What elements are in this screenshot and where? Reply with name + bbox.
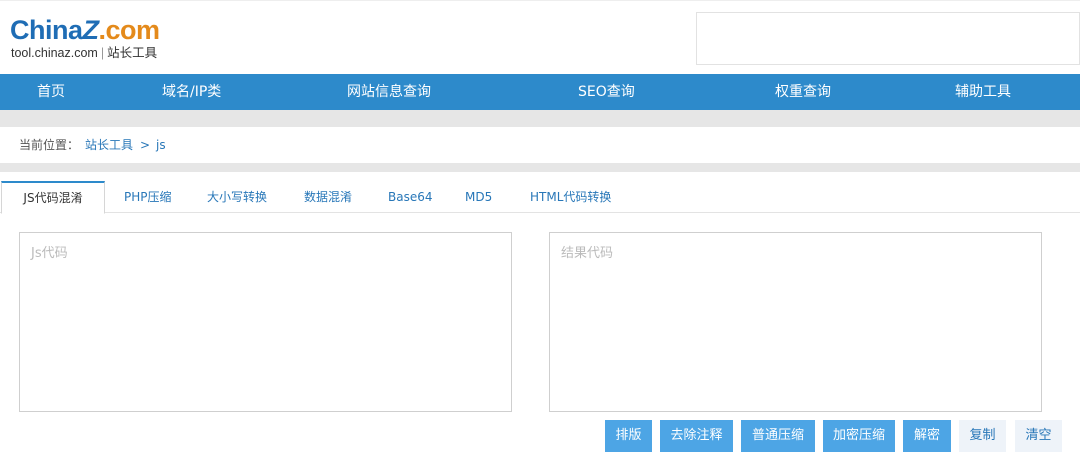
breadcrumb-label: 当前位置： (19, 138, 80, 152)
encrypt-compress-button[interactable]: 加密压缩 (823, 420, 895, 452)
copy-button[interactable]: 复制 (959, 420, 1006, 452)
nav-item-home[interactable]: 首页 (37, 74, 65, 110)
divider-band (0, 110, 1080, 127)
logo-z-text: Z (82, 15, 100, 45)
js-code-input[interactable] (19, 232, 512, 412)
clear-button[interactable]: 清空 (1015, 420, 1062, 452)
site-header: ChinaZ.com tool.chinaz.com | 站长工具 (0, 0, 1080, 74)
nav-item-domain-ip[interactable]: 域名/IP类 (162, 74, 221, 110)
tab-base64[interactable]: Base64 (388, 181, 433, 213)
logo-wordmark: ChinaZ.com (10, 15, 160, 45)
tab-data-obfuscate[interactable]: 数据混淆 (304, 181, 352, 213)
nav-item-seo[interactable]: SEO查询 (578, 74, 635, 110)
result-code-output[interactable] (549, 232, 1042, 412)
nav-item-tools[interactable]: 辅助工具 (955, 74, 1011, 110)
tool-tabs: JS代码混淆 PHP压缩 大小写转换 数据混淆 Base64 MD5 HTML代… (0, 181, 1080, 214)
nav-item-site-info[interactable]: 网站信息查询 (347, 74, 431, 110)
chinaz-logo[interactable]: ChinaZ.com tool.chinaz.com | 站长工具 (10, 15, 180, 65)
breadcrumb: 当前位置： 站长工具 > js (0, 127, 1080, 163)
logo-domain: tool.chinaz.com (11, 46, 98, 60)
remove-comments-button[interactable]: 去除注释 (660, 420, 733, 452)
header-ad-banner[interactable] (696, 12, 1080, 65)
logo-com-text: .com (98, 15, 161, 45)
breadcrumb-link-tools[interactable]: 站长工具 (85, 127, 133, 163)
decrypt-button[interactable]: 解密 (903, 420, 951, 452)
logo-separator: | (100, 46, 105, 60)
tab-php-compress[interactable]: PHP压缩 (124, 181, 172, 213)
logo-site-name: 站长工具 (107, 46, 158, 60)
breadcrumb-separator: > (140, 138, 151, 152)
tab-md5[interactable]: MD5 (465, 181, 492, 213)
page: ChinaZ.com tool.chinaz.com | 站长工具 首页 域名/IP… (0, 0, 1080, 470)
tab-html-convert[interactable]: HTML代码转换 (530, 181, 611, 213)
main-nav: 首页 域名/IP类 网站信息查询 SEO查询 权重查询 辅助工具 (0, 74, 1080, 110)
normal-compress-button[interactable]: 普通压缩 (741, 420, 815, 452)
logo-china-text: China (10, 15, 83, 45)
divider-band-2 (0, 163, 1080, 172)
tab-js-obfuscate[interactable]: JS代码混淆 (1, 181, 105, 214)
tab-case-convert[interactable]: 大小写转换 (207, 181, 267, 213)
breadcrumb-link-js[interactable]: js (156, 127, 166, 163)
format-button[interactable]: 排版 (605, 420, 652, 452)
logo-subtitle: tool.chinaz.com | 站长工具 (11, 45, 157, 61)
nav-item-weight[interactable]: 权重查询 (775, 74, 831, 110)
